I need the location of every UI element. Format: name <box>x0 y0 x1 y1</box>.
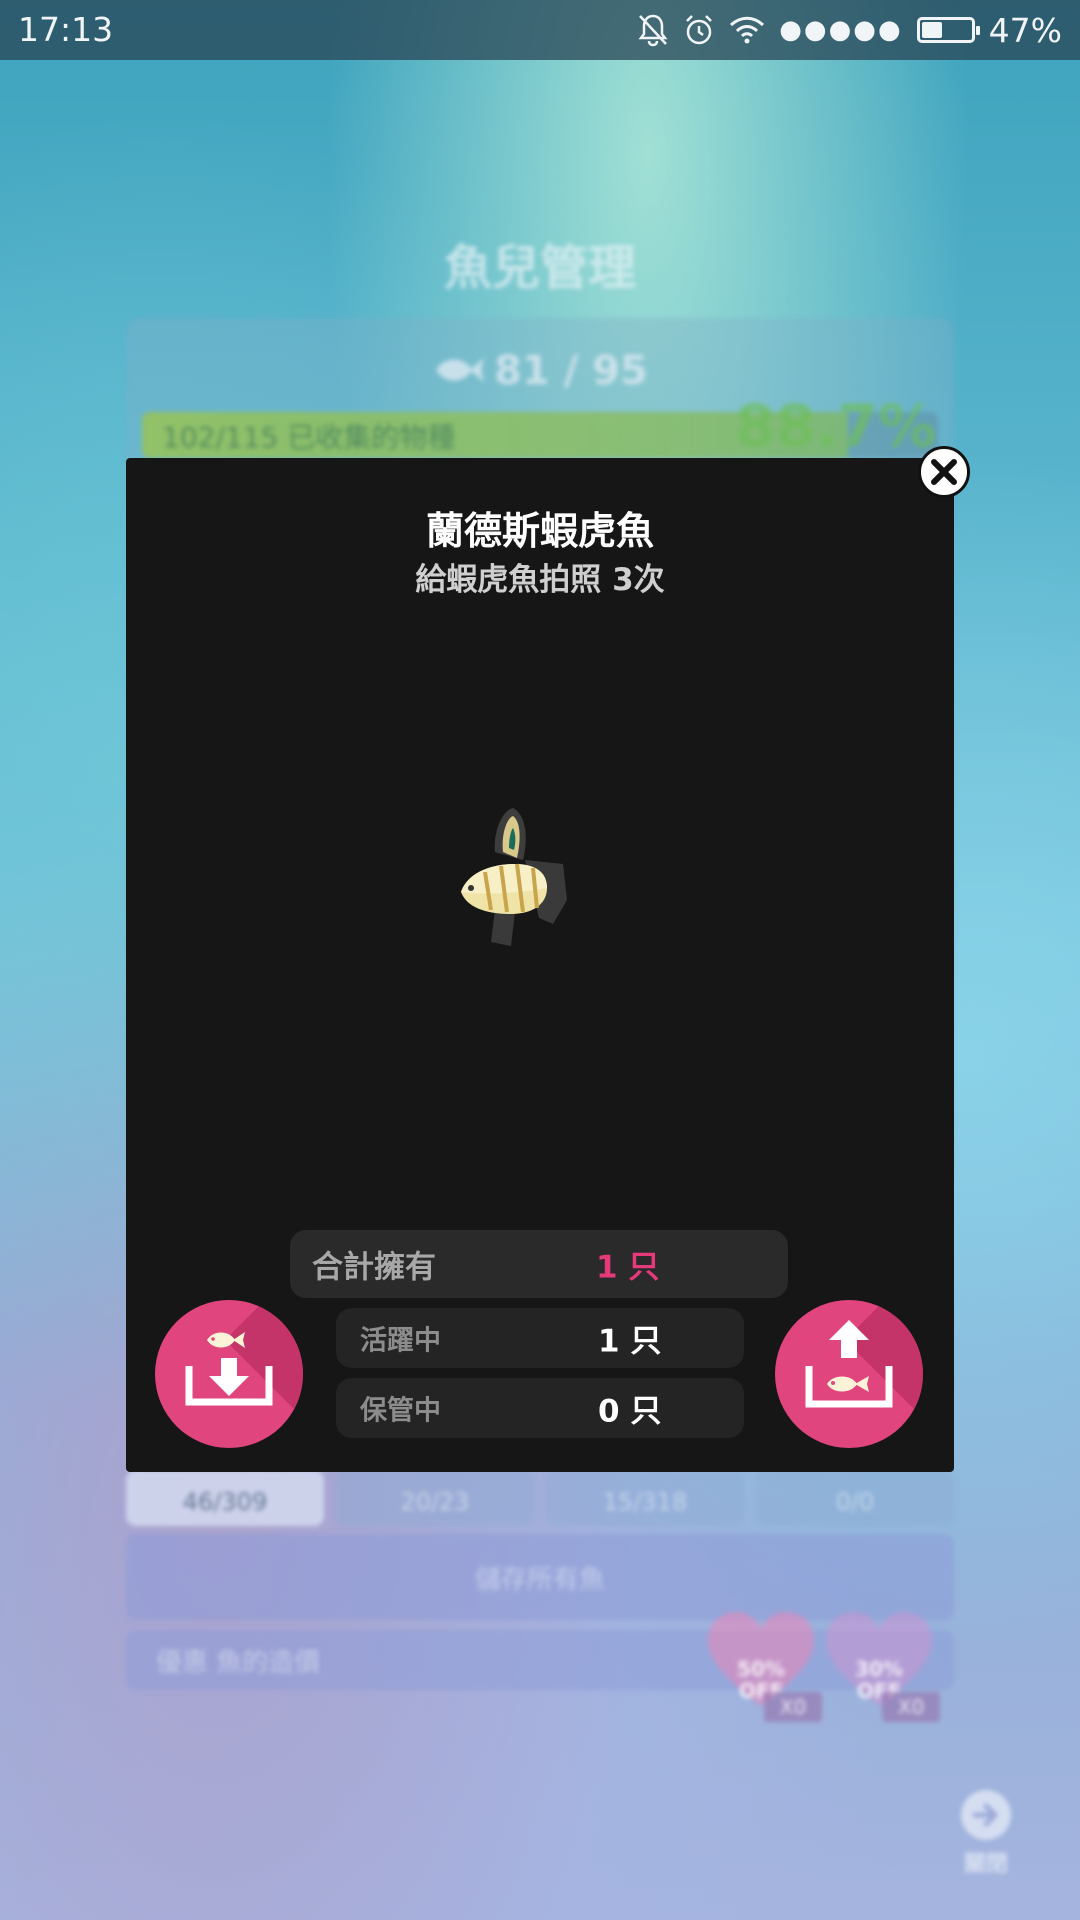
stored-label: 保管中 <box>360 1395 441 1427</box>
save-all-fish-button[interactable]: 儲存所有魚 <box>126 1534 954 1620</box>
heart-count: X0 <box>882 1692 940 1722</box>
tab-category-3[interactable]: 15/318 <box>546 1470 744 1526</box>
status-bar: 17:13 ●●●●● 47% <box>0 0 1080 60</box>
status-icons: ●●●●● 47% <box>637 8 1062 52</box>
fish-icon <box>432 350 485 396</box>
release-fish-icon <box>805 1320 893 1408</box>
battery-level <box>921 22 943 38</box>
total-owned-row: 合計擁有 1 只 <box>290 1230 788 1298</box>
collection-progress-text: 102/115 已收集的物種 <box>162 421 456 454</box>
collection-percent: 88.7% <box>735 392 937 460</box>
discount-heart-30[interactable]: 30% OFF X0 <box>824 1610 940 1722</box>
total-owned-value: 1 只 <box>596 1249 660 1286</box>
dialog-close-button[interactable] <box>918 446 970 498</box>
total-owned-label: 合計擁有 <box>312 1249 436 1286</box>
close-screen-button[interactable]: 關閉 <box>956 1790 1016 1878</box>
alarm-icon <box>683 13 715 47</box>
tab-category-2[interactable]: 20/23 <box>336 1470 534 1526</box>
battery-percent: 47% <box>988 10 1062 50</box>
tab-category-4[interactable]: 0/0 <box>756 1470 954 1526</box>
tab-category-1[interactable]: 46/309 <box>126 1470 324 1526</box>
release-fish-button[interactable] <box>775 1300 923 1448</box>
stored-row: 保管中 0 只 <box>336 1378 744 1438</box>
page-title: 魚兒管理 <box>443 240 636 296</box>
stored-value: 0 只 <box>598 1393 662 1430</box>
bell-off-icon <box>637 13 669 47</box>
signal-icon: ●●●●● <box>779 15 903 45</box>
fish-name: 蘭德斯蝦虎魚 <box>425 509 654 553</box>
active-row: 活躍中 1 只 <box>336 1308 744 1368</box>
store-fish-icon <box>185 1332 273 1406</box>
discount-heart-50[interactable]: 50% OFF X0 <box>706 1610 822 1722</box>
battery-icon <box>916 17 980 43</box>
fish-unlock-condition: 給蝦虎魚拍照 3次 <box>415 562 665 598</box>
heart-count: X0 <box>764 1692 822 1722</box>
close-screen-label: 關閉 <box>963 1852 1008 1877</box>
active-label: 活躍中 <box>360 1325 441 1357</box>
close-icon <box>931 459 957 485</box>
fish-count-text: 81 / 95 <box>494 348 648 394</box>
category-tabs: 46/309 20/23 15/318 0/0 <box>126 1470 954 1526</box>
store-fish-button[interactable] <box>155 1300 303 1448</box>
status-time: 17:13 <box>18 10 114 49</box>
goby-fish-image <box>455 800 595 960</box>
arrow-right-icon <box>961 1790 1011 1840</box>
fish-count: 81 / 95 <box>0 348 1080 396</box>
active-value: 1 只 <box>598 1323 662 1360</box>
wifi-icon <box>729 15 765 45</box>
